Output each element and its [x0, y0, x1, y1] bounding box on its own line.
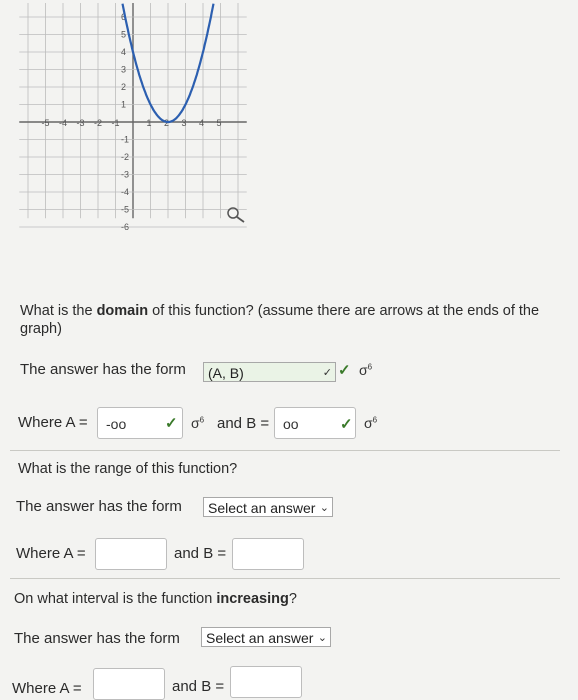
math-editor-icon[interactable]: σ6 [364, 415, 377, 431]
x-tick-label: 5 [217, 118, 222, 128]
and-b-label: and B = [217, 415, 270, 432]
selected-value: (A, B) [208, 365, 244, 381]
domain-question: What is the domain of this function? (as… [20, 302, 568, 338]
correct-check-icon: ✓ [338, 362, 351, 379]
question-keyword: increasing [216, 591, 289, 607]
y-tick-label: -3 [121, 170, 129, 180]
selected-value: Select an answer [206, 630, 314, 646]
form-label: The answer has the form [20, 361, 186, 378]
y-tick-label: -2 [121, 152, 129, 162]
y-tick-label: 3 [121, 65, 126, 75]
and-b-label: and B = [174, 545, 227, 562]
y-tick-label: 4 [121, 47, 126, 57]
a-value: -oo [106, 416, 127, 432]
question-text: On what interval is the function [14, 591, 217, 607]
increasing-question: On what interval is the function increas… [14, 590, 297, 608]
where-a-label: Where A = [18, 414, 88, 431]
y-tick-label: -1 [121, 135, 129, 145]
form-label: The answer has the form [14, 630, 180, 647]
range-b-input[interactable] [232, 538, 304, 570]
x-tick-label: 3 [182, 118, 187, 128]
math-editor-icon[interactable]: σ6 [191, 415, 204, 431]
y-tick-label: 5 [121, 30, 126, 40]
magnifier-icon[interactable] [227, 207, 245, 223]
function-graph: -5 -4 -3 -2 -1 1 2 3 4 5654321-1-2-3-4-5-6 [19, 3, 247, 232]
domain-form-select[interactable]: (A, B) ✓ [203, 362, 336, 382]
correct-check-icon: ✓ [340, 416, 353, 433]
increasing-a-input[interactable] [93, 668, 165, 700]
x-tick-label: -3 [77, 118, 85, 128]
x-tick-label: 1 [147, 118, 152, 128]
chevron-down-icon: ✓ [322, 367, 332, 379]
math-editor-icon[interactable]: σ6 [359, 362, 372, 378]
y-tick-label: -4 [121, 187, 129, 197]
increasing-form-select[interactable]: Select an answer ⌄ [201, 627, 331, 647]
range-question: What is the range of this function? [18, 461, 238, 477]
question-keyword: domain [96, 303, 149, 319]
graph-grid [19, 3, 247, 228]
question-text: What is the [20, 303, 97, 319]
y-tick-label: 2 [121, 82, 126, 92]
b-value: oo [283, 416, 299, 432]
range-form-select[interactable]: Select an answer ⌄ [203, 497, 333, 517]
x-tick-label: -2 [94, 118, 102, 128]
y-tick-label: 1 [121, 100, 126, 110]
where-a-label: Where A = [12, 680, 82, 697]
divider [10, 578, 560, 579]
chevron-down-icon: ⌄ [317, 632, 327, 644]
x-tick-label: -4 [59, 118, 67, 128]
where-a-label: Where A = [16, 545, 86, 562]
x-tick-label: -1 [112, 118, 120, 128]
selected-value: Select an answer [208, 500, 316, 516]
and-b-label: and B = [172, 678, 225, 695]
chevron-down-icon: ⌄ [319, 502, 329, 514]
x-tick-label: 4 [199, 118, 204, 128]
question-text: ? [288, 591, 297, 607]
form-label: The answer has the form [16, 498, 182, 515]
y-tick-label: -6 [121, 222, 129, 232]
correct-check-icon: ✓ [165, 415, 178, 432]
increasing-b-input[interactable] [230, 666, 302, 698]
x-tick-label: -5 [42, 118, 50, 128]
y-tick-label: -5 [121, 205, 129, 215]
divider [10, 450, 560, 451]
range-a-input[interactable] [95, 538, 167, 570]
